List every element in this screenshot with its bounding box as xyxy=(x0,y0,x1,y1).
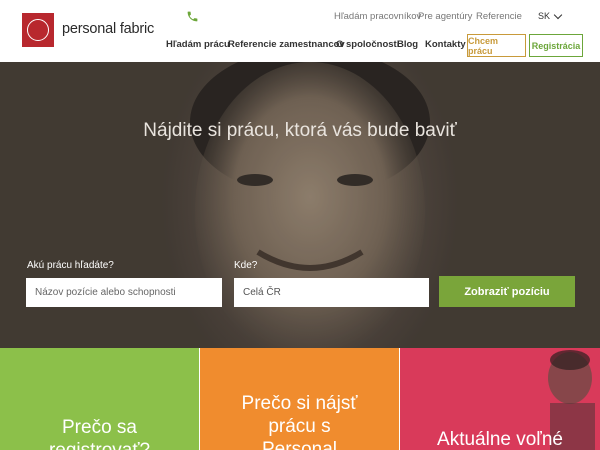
chevron-down-icon xyxy=(553,10,563,19)
hero-title: Nájdite si prácu, ktorá vás bude baviť xyxy=(143,120,457,141)
tile-why-find-job-line3: Personal xyxy=(262,439,337,450)
tile-why-find-job-line1: Prečo si nájsť xyxy=(241,393,358,414)
nav-about[interactable]: O spoločnosti xyxy=(336,39,399,50)
logo-icon[interactable] xyxy=(22,13,54,47)
register-button[interactable]: Registrácia xyxy=(529,34,583,57)
tile-why-register-line1: Prečo sa xyxy=(62,417,137,438)
language-value: SK xyxy=(538,11,551,21)
language-select[interactable]: SK xyxy=(538,10,563,21)
top-link-agencies[interactable]: Pre agentúry xyxy=(418,11,472,22)
tile-why-register-line2: registrovať? xyxy=(0,439,199,450)
show-positions-button[interactable]: Zobraziť pozíciu xyxy=(439,276,575,307)
logo-text[interactable]: personal fabric xyxy=(62,21,154,37)
tile-why-find-job-line2: prácu s xyxy=(268,416,331,437)
nav-employee-references[interactable]: Referencie zamestnancov xyxy=(228,39,345,50)
top-link-employers[interactable]: Hľadám pracovníkov xyxy=(334,11,421,22)
hero-section: Nájdite si prácu, ktorá vás bude baviť A… xyxy=(0,62,600,348)
nav-contacts[interactable]: Kontakty xyxy=(425,39,466,50)
top-link-references[interactable]: Referencie xyxy=(476,11,522,22)
job-search-input[interactable]: Názov pozície alebo schopnosti xyxy=(26,278,222,307)
tile-current-openings-line1: Aktuálne voľné xyxy=(437,429,563,450)
site-header: personal fabric Hľadám pracovníkov Pre a… xyxy=(0,0,600,62)
nav-blog[interactable]: Blog xyxy=(397,39,418,50)
logo-circle xyxy=(27,19,49,41)
location-input[interactable]: Celá ČR xyxy=(234,278,429,307)
tile-current-openings[interactable]: Aktuálne voľné xyxy=(400,348,600,450)
nav-find-job[interactable]: Hľadám prácu xyxy=(166,39,230,50)
want-job-button[interactable]: Chcem prácu xyxy=(467,34,526,57)
tile-why-register[interactable]: Prečo sa registrovať? xyxy=(0,348,199,450)
what-label: Akú prácu hľadáte? xyxy=(27,260,114,271)
where-label: Kde? xyxy=(234,260,258,271)
phone-icon[interactable] xyxy=(186,10,199,23)
tile-why-find-job[interactable]: Prečo si nájsť prácu s Personal xyxy=(200,348,399,450)
